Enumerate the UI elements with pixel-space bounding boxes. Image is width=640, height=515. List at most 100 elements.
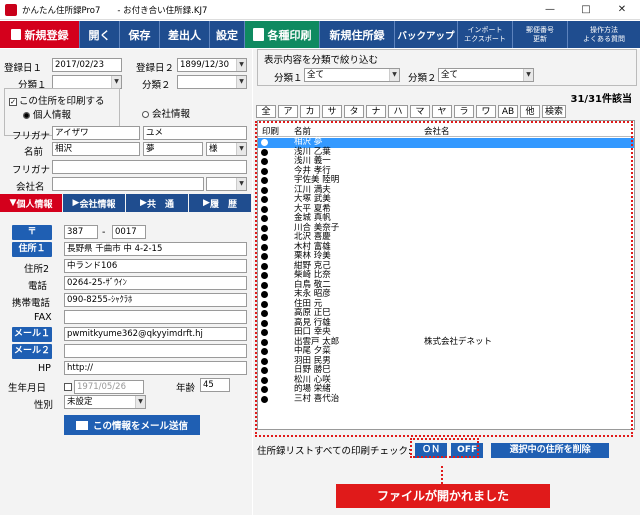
- address1-field[interactable]: 長野県 千曲市 中 4-2-15: [64, 242, 247, 256]
- kana-tab[interactable]: 他: [520, 105, 540, 118]
- callout-line: [441, 466, 443, 484]
- result-count: 31/31件該当: [570, 94, 632, 105]
- mail1-field[interactable]: pwmitkyume362@qkyyimdrft.hj: [64, 327, 247, 341]
- print-checkbox[interactable]: ✓ この住所を印刷する: [9, 93, 105, 107]
- birth-label: 生年月日: [8, 383, 47, 394]
- sex-label: 性別: [34, 400, 54, 411]
- tab-history[interactable]: ▶ 履 歴: [189, 194, 252, 212]
- zip1-field[interactable]: 387: [64, 225, 98, 239]
- delete-selected-button[interactable]: 選択中の住所を削除: [491, 442, 610, 458]
- first-name-field[interactable]: 夢: [143, 142, 203, 156]
- chevron-down-icon[interactable]: ▼: [236, 143, 246, 155]
- last-name-field[interactable]: 相沢: [52, 142, 140, 156]
- filter-cat1-select[interactable]: 全て: [304, 68, 400, 82]
- company-furigana-field[interactable]: [52, 160, 247, 174]
- chevron-down-icon[interactable]: ▼: [111, 76, 121, 88]
- open-button[interactable]: 開く: [80, 21, 120, 48]
- search-tab[interactable]: 検索: [542, 105, 566, 118]
- chevron-down-icon[interactable]: ▼: [236, 178, 246, 190]
- reg-date1-field[interactable]: 2017/02/23: [52, 58, 122, 72]
- kana-tab[interactable]: サ: [322, 105, 342, 118]
- kana-tab[interactable]: ヤ: [432, 105, 452, 118]
- chevron-down-icon[interactable]: ▼: [236, 76, 246, 88]
- reg-date1-label: 登録日１: [4, 63, 43, 74]
- zip-dash: -: [102, 227, 106, 238]
- mobile-field[interactable]: 090-8255-ｼｬｸﾗﾎ: [64, 293, 247, 307]
- import-export-button[interactable]: インポート エクスポート: [458, 21, 513, 48]
- hp-field[interactable]: http://: [64, 361, 247, 375]
- kana-tab[interactable]: AB: [498, 105, 518, 118]
- personal-radio[interactable]: 個人情報: [23, 107, 71, 121]
- help-button[interactable]: 操作方法 よくある質問: [568, 21, 640, 48]
- chevron-down-icon[interactable]: ▼: [135, 396, 145, 408]
- mail-icon: [75, 420, 88, 430]
- postal-update-button[interactable]: 郵便番号 更新: [513, 21, 568, 48]
- tab-personal[interactable]: ▼ 個人情報: [0, 194, 63, 212]
- age-label: 年齢: [176, 383, 196, 394]
- address2-field[interactable]: 中ランド106: [64, 259, 247, 273]
- kana-tab[interactable]: ワ: [476, 105, 496, 118]
- sex-select[interactable]: 未設定: [64, 395, 146, 409]
- mail2-button[interactable]: メール２: [12, 344, 52, 359]
- print-all-label: 住所録リストすべての印刷チェック:: [257, 446, 412, 457]
- kana-tab[interactable]: カ: [300, 105, 320, 118]
- kana-tab[interactable]: ラ: [454, 105, 474, 118]
- name-label: 名前: [24, 147, 44, 158]
- toolbar: 新規登録 開く 保存 差出人 設定 各種印刷 新規住所録 バックアップ インポー…: [0, 21, 640, 48]
- file-opened-notice: ファイルが開かれました: [336, 484, 550, 508]
- save-button[interactable]: 保存: [120, 21, 160, 48]
- mail2-field[interactable]: [64, 344, 247, 358]
- kana-tab[interactable]: ナ: [366, 105, 386, 118]
- maximize-button[interactable]: □: [568, 4, 604, 15]
- company-label: 会社名: [16, 182, 45, 193]
- check-icon: ✓: [9, 97, 17, 106]
- filter-cat2-select[interactable]: 全て: [438, 68, 534, 82]
- zip-search-button[interactable]: 〒: [12, 225, 52, 240]
- backup-button[interactable]: バックアップ: [395, 21, 458, 48]
- birth-field[interactable]: 1971/05/26: [64, 380, 144, 394]
- tel-field[interactable]: 0264-25-ｻﾞｳｲﾝ: [64, 276, 247, 290]
- radio-icon: [23, 112, 30, 119]
- reg-date2-label: 登録日２: [136, 63, 175, 74]
- mobile-label: 携帯電話: [12, 298, 51, 309]
- filter-cat1-label: 分類１: [274, 73, 303, 84]
- furigana-label: フリガナ: [12, 131, 51, 142]
- kana-tab[interactable]: ハ: [388, 105, 408, 118]
- close-button[interactable]: ✕: [604, 4, 640, 15]
- zip2-field[interactable]: 0017: [112, 225, 146, 239]
- furigana-last-field[interactable]: アイザワ: [52, 126, 140, 140]
- sender-button[interactable]: 差出人: [160, 21, 210, 48]
- onoff-highlight: [410, 438, 479, 458]
- window-title: かんたん住所録Pro7 - お付き合い住所録.KJ7: [22, 5, 208, 16]
- mail1-button[interactable]: メール１: [12, 327, 52, 342]
- new-addressbook-button[interactable]: 新規住所録: [320, 21, 395, 48]
- kana-tab[interactable]: 全: [256, 105, 276, 118]
- settings-button[interactable]: 設定: [210, 21, 245, 48]
- print-button[interactable]: 各種印刷: [245, 21, 320, 48]
- chevron-down-icon[interactable]: ▼: [236, 59, 246, 71]
- tab-company[interactable]: ▶ 会社情報: [63, 194, 126, 212]
- kana-index: 全 ア カ サ タ ナ ハ マ ヤ ラ ワ AB 他 検索: [256, 105, 568, 118]
- filter-cat2-label: 分類２: [408, 73, 437, 84]
- fax-label: FAX: [34, 312, 52, 323]
- kana-tab[interactable]: マ: [410, 105, 430, 118]
- minimize-button[interactable]: —: [532, 4, 568, 15]
- filter-group: 表示内容を分類で絞り込む 分類１ 全て ▼ 分類２ 全て ▼: [257, 49, 637, 86]
- address1-button[interactable]: 住所１: [12, 242, 52, 257]
- chevron-down-icon[interactable]: ▼: [523, 69, 533, 81]
- kana-tab[interactable]: ア: [278, 105, 298, 118]
- fax-field[interactable]: [64, 310, 247, 324]
- company-radio[interactable]: 会社情報: [142, 106, 190, 120]
- filter-title: 表示内容を分類で絞り込む: [264, 55, 379, 66]
- kana-tab[interactable]: タ: [344, 105, 364, 118]
- checkbox-icon: [64, 383, 72, 391]
- age-field: 45: [200, 378, 230, 392]
- chevron-down-icon[interactable]: ▼: [389, 69, 399, 81]
- new-entry-button[interactable]: 新規登録: [0, 21, 80, 48]
- info-tabs: ▼ 個人情報 ▶ 会社情報 ▶ 共 通 ▶ 履 歴: [0, 194, 252, 212]
- tab-common[interactable]: ▶ 共 通: [126, 194, 189, 212]
- furigana-first-field[interactable]: ユメ: [143, 126, 247, 140]
- app-icon: [5, 3, 17, 16]
- company-field[interactable]: [52, 177, 204, 191]
- send-mail-button[interactable]: この情報をメール送信: [64, 415, 200, 435]
